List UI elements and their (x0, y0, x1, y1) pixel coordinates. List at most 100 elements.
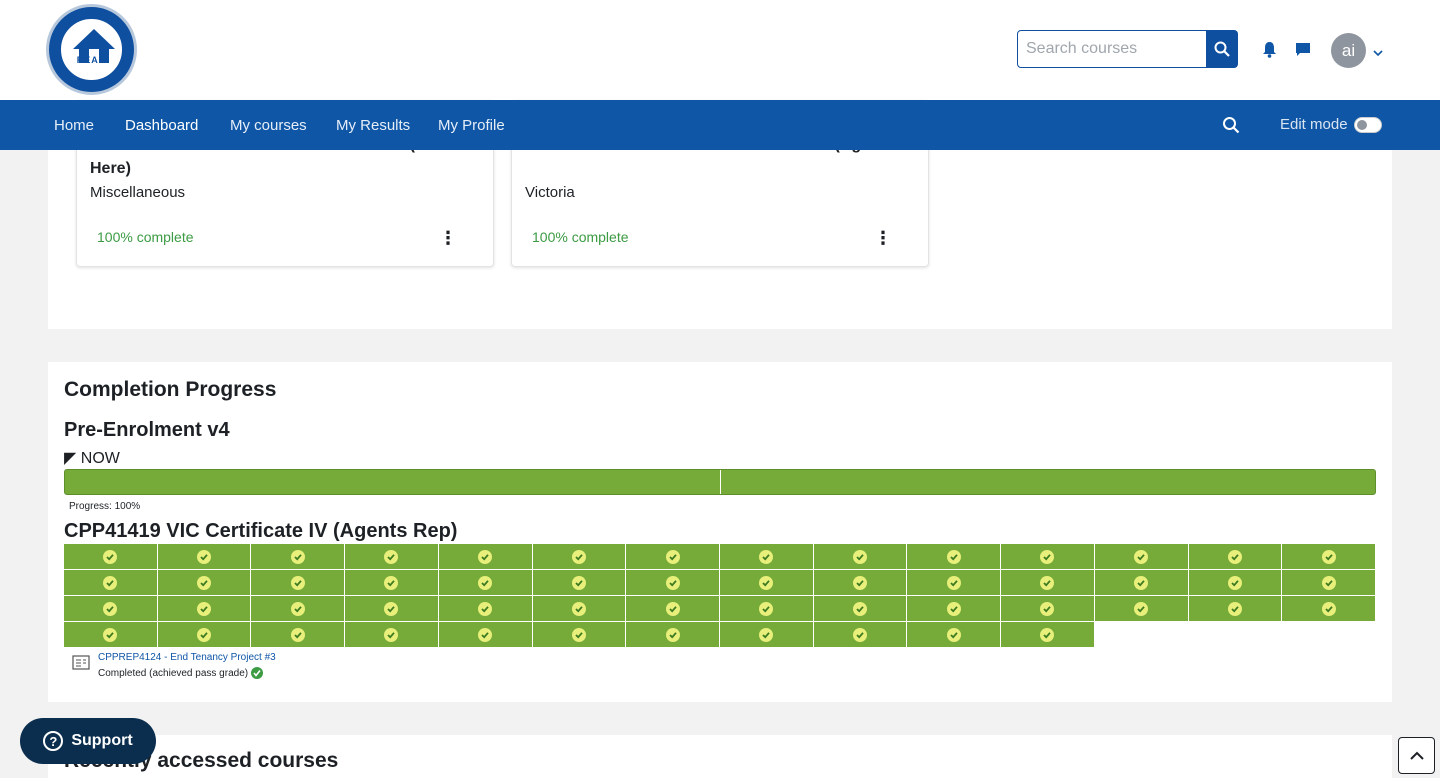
nav-item-my-profile[interactable]: My Profile (438, 117, 505, 134)
activity-cell[interactable] (1001, 544, 1094, 569)
activity-cell[interactable] (64, 596, 157, 621)
activity-cell[interactable] (626, 570, 719, 595)
course-card-menu-button[interactable]: ⋮ (874, 228, 892, 249)
course-card-menu-button[interactable]: ⋮ (439, 228, 457, 249)
progress-bar[interactable] (64, 469, 1376, 495)
activity-cell[interactable] (907, 570, 1001, 595)
activity-cell[interactable] (438, 622, 532, 647)
activity-cell[interactable] (907, 622, 1001, 647)
activity-cell[interactable] (345, 622, 438, 647)
site-logo[interactable]: REAA (46, 4, 137, 95)
activity-cell[interactable] (1282, 544, 1375, 569)
activity-cell[interactable] (1282, 570, 1375, 595)
activity-cell[interactable] (345, 544, 438, 569)
activity-cell[interactable] (1188, 570, 1282, 595)
chevron-down-icon (1373, 50, 1383, 57)
user-menu-toggle[interactable] (1373, 44, 1383, 62)
activity-cell[interactable] (1188, 596, 1282, 621)
course-progress-title[interactable]: CPP41419 VIC Certificate IV (Agents Rep) (64, 520, 457, 543)
activity-cell[interactable] (64, 570, 157, 595)
activity-cell[interactable] (345, 570, 438, 595)
support-button[interactable]: ? Support (20, 718, 156, 764)
activity-cell[interactable] (1001, 596, 1094, 621)
check-icon (290, 549, 305, 564)
activity-cell[interactable] (157, 596, 251, 621)
check-icon (384, 601, 399, 616)
activity-cell[interactable] (626, 622, 719, 647)
activity-cell[interactable] (1001, 570, 1094, 595)
nav-item-my-courses[interactable]: My courses (230, 117, 307, 134)
check-icon (1040, 627, 1055, 642)
activity-cell[interactable] (720, 596, 813, 621)
check-icon (1227, 549, 1242, 564)
activity-cell[interactable] (720, 570, 813, 595)
activity-cell[interactable] (1188, 544, 1282, 569)
activity-cell[interactable] (251, 596, 345, 621)
primary-navigation: Home Dashboard My courses My Results My … (0, 100, 1440, 150)
activity-cell[interactable] (907, 596, 1001, 621)
check-icon (103, 575, 118, 590)
activity-cell[interactable] (626, 544, 719, 569)
activity-cell[interactable] (1001, 622, 1094, 647)
activity-cell[interactable] (626, 596, 719, 621)
activity-cell[interactable] (157, 544, 251, 569)
support-label: Support (71, 732, 133, 749)
avatar[interactable]: ai (1331, 33, 1366, 68)
search-button[interactable] (1206, 30, 1238, 68)
activity-link[interactable]: CPPREP4124 - End Tenancy Project #3 (98, 652, 276, 663)
activity-cell[interactable] (720, 622, 813, 647)
nav-search-button[interactable] (1222, 116, 1240, 139)
activity-cell[interactable] (532, 570, 626, 595)
activity-cell[interactable] (532, 596, 626, 621)
activity-cell[interactable] (532, 622, 626, 647)
activity-cell[interactable] (813, 596, 907, 621)
activity-cell[interactable] (907, 544, 1001, 569)
nav-item-home[interactable]: Home (54, 117, 94, 134)
now-label: NOW (80, 450, 120, 467)
activity-cell[interactable] (813, 544, 907, 569)
completion-progress-block: Completion Progress Pre-Enrolment v4 ◤ N… (48, 362, 1392, 702)
check-icon (103, 549, 118, 564)
check-icon (197, 601, 212, 616)
activity-cell[interactable] (64, 544, 157, 569)
edit-mode-label: Edit mode (1280, 116, 1348, 133)
messages-button[interactable] (1295, 41, 1311, 62)
check-icon (853, 549, 868, 564)
activity-cell[interactable] (157, 622, 251, 647)
activity-cell[interactable] (157, 570, 251, 595)
nav-item-dashboard[interactable]: Dashboard (125, 117, 198, 134)
activity-cell[interactable] (1094, 570, 1188, 595)
activity-cell[interactable] (251, 544, 345, 569)
check-icon (290, 627, 305, 642)
activity-cell[interactable] (345, 596, 438, 621)
check-icon (946, 549, 961, 564)
check-icon (946, 575, 961, 590)
activity-cell[interactable] (251, 622, 345, 647)
activity-status: Completed (achieved pass grade) (98, 667, 264, 679)
activity-cell[interactable] (1282, 596, 1375, 621)
activity-cell[interactable] (1094, 596, 1188, 621)
house-icon (73, 29, 115, 63)
check-icon (1227, 575, 1242, 590)
activity-cell[interactable] (1094, 544, 1188, 569)
search-input[interactable] (1017, 30, 1207, 68)
activity-cell[interactable] (64, 622, 157, 647)
help-icon: ? (43, 731, 64, 751)
nav-item-my-results[interactable]: My Results (336, 117, 410, 134)
activity-cell[interactable] (813, 622, 907, 647)
course-progress-title[interactable]: Pre-Enrolment v4 (64, 419, 230, 442)
activity-cell[interactable] (720, 544, 813, 569)
activity-cell[interactable] (251, 570, 345, 595)
activity-cell[interactable] (438, 570, 532, 595)
check-icon (571, 575, 586, 590)
notifications-button[interactable] (1262, 41, 1277, 63)
activity-cell[interactable] (438, 596, 532, 621)
activity-cell[interactable] (532, 544, 626, 569)
page-header: REAA ai (0, 0, 1440, 100)
back-to-top-button[interactable] (1398, 737, 1435, 774)
activity-cell[interactable] (438, 544, 532, 569)
check-icon (290, 601, 305, 616)
check-icon (478, 601, 493, 616)
activity-cell[interactable] (813, 570, 907, 595)
edit-mode-toggle[interactable] (1354, 117, 1382, 133)
